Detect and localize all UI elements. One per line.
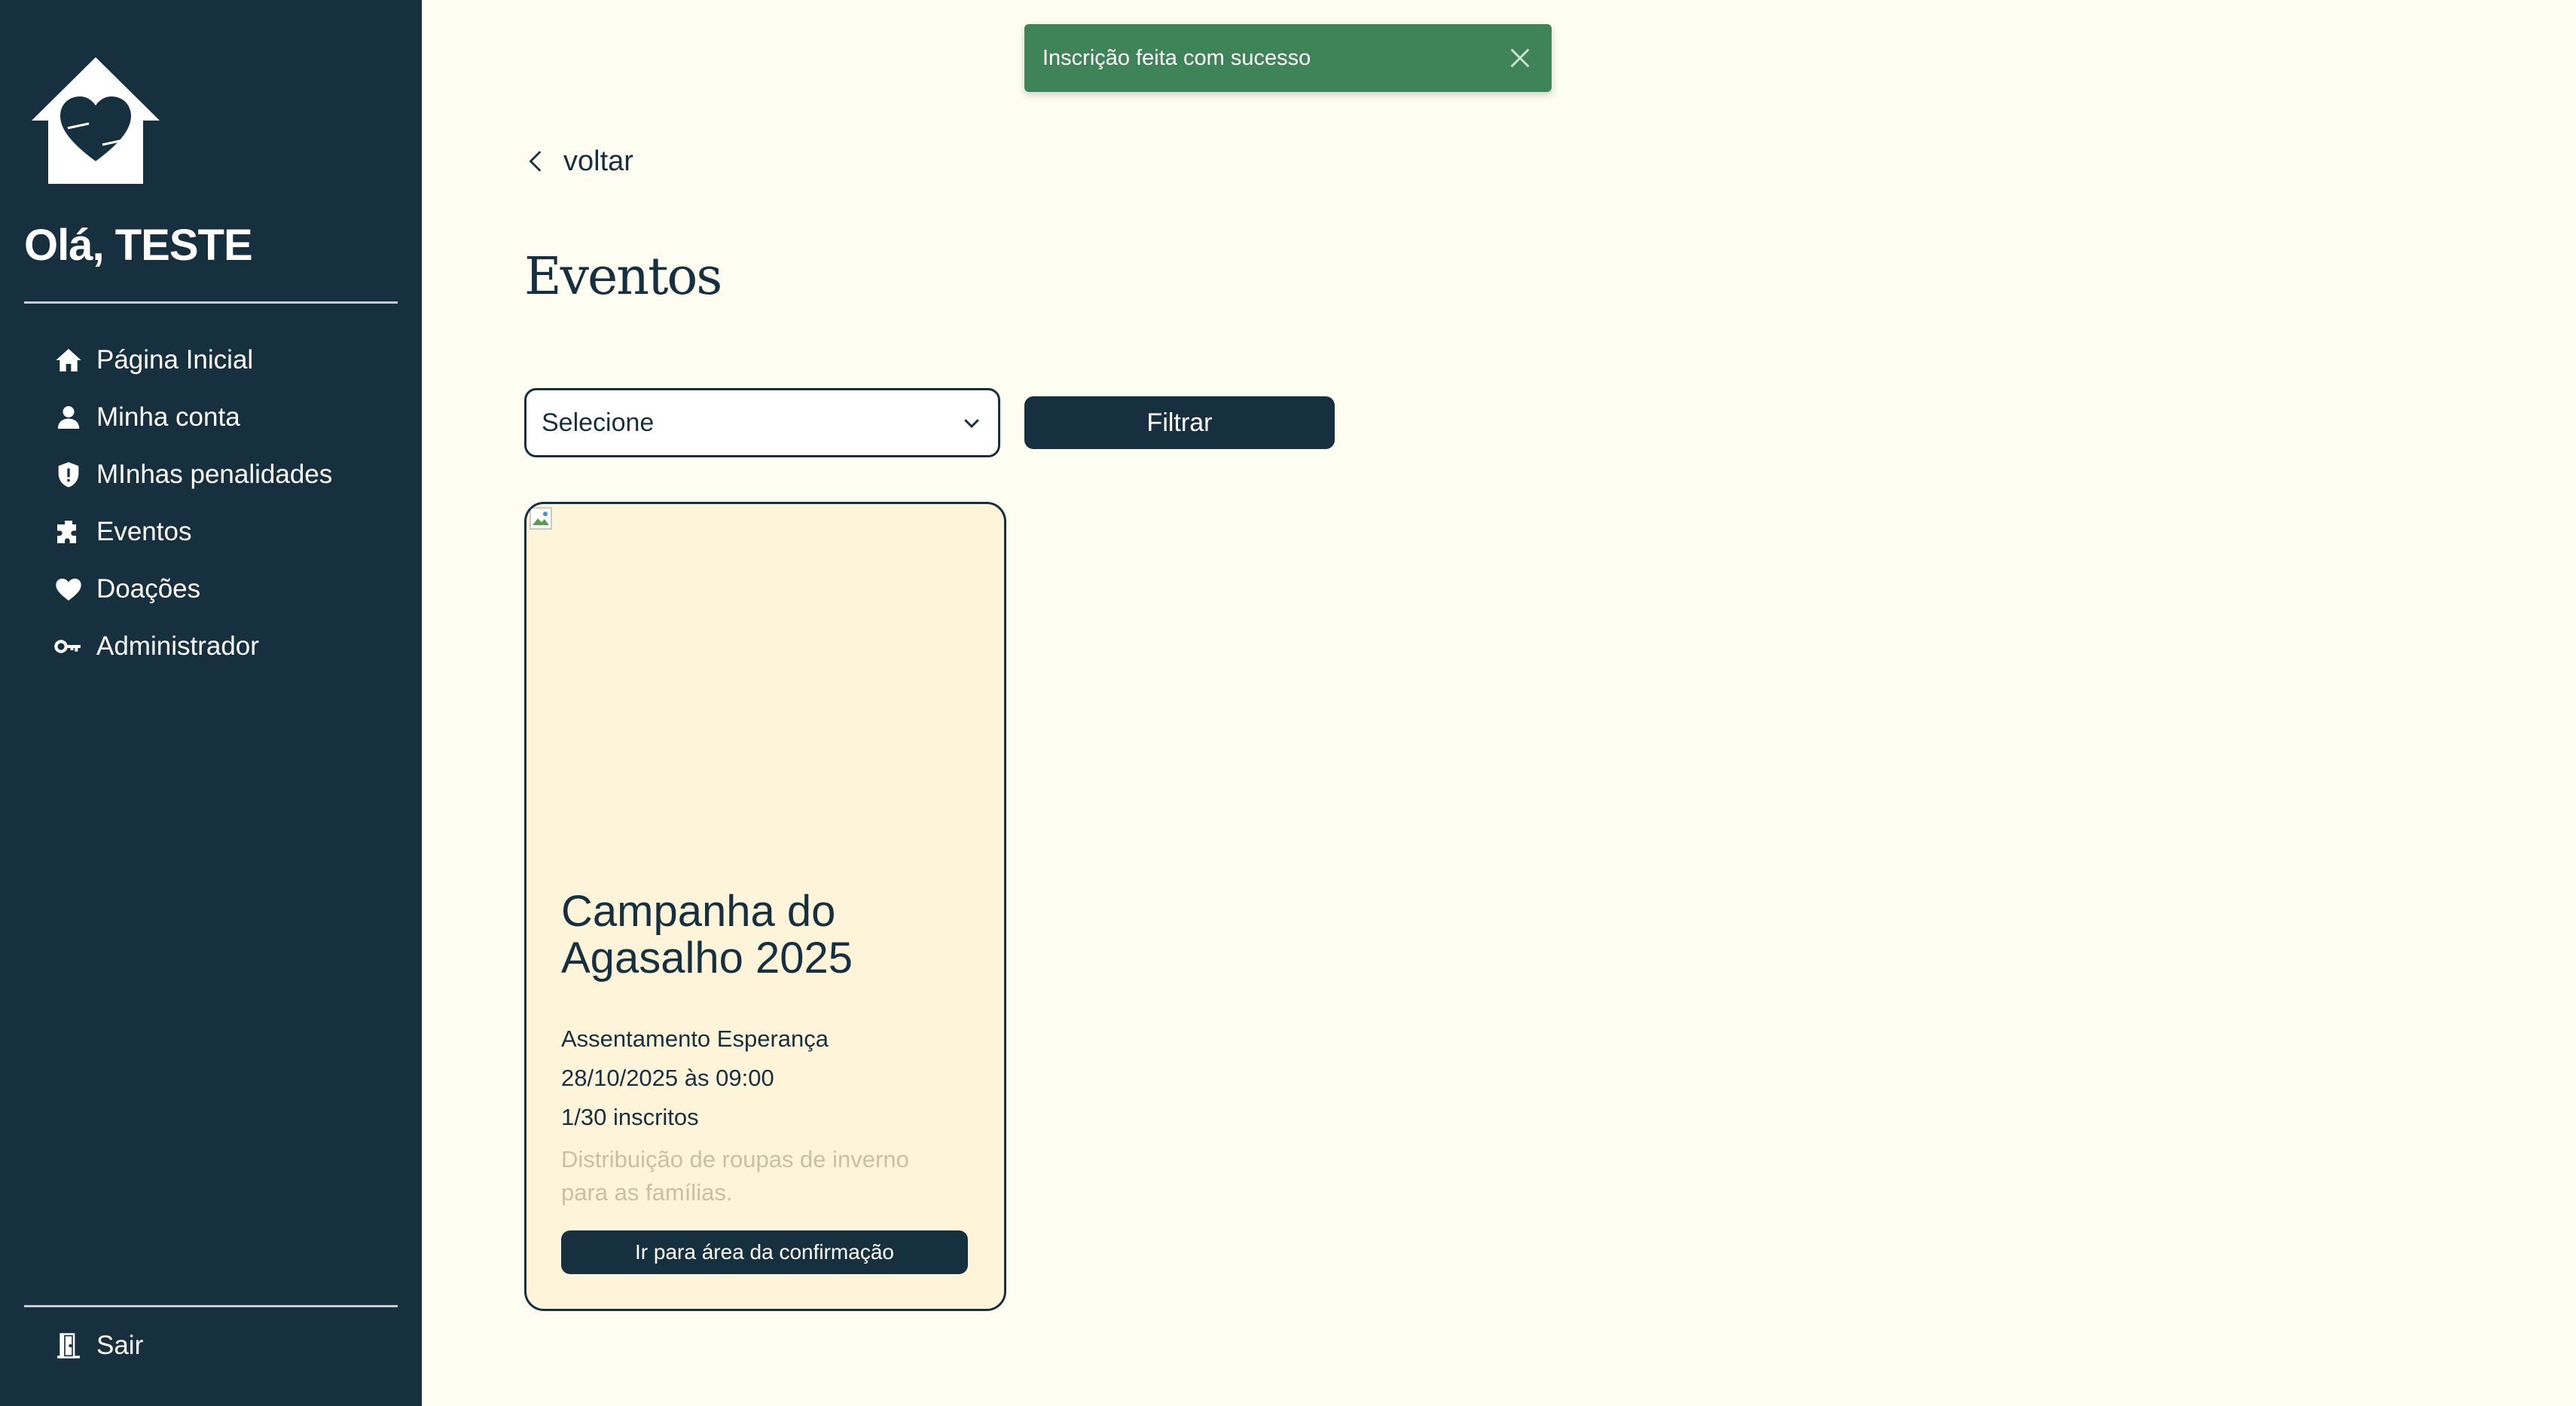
- sidebar-item-label: Administrador: [96, 631, 259, 661]
- sidebar-item-events[interactable]: Eventos: [53, 503, 332, 561]
- event-location: Assentamento Esperança: [561, 1025, 829, 1052]
- sidebar-item-admin[interactable]: Administrador: [53, 618, 332, 675]
- broken-image-icon: [530, 507, 552, 530]
- user-icon: [53, 402, 84, 433]
- sidebar-item-label: MInhas penalidades: [96, 460, 333, 489]
- back-link[interactable]: voltar: [524, 140, 633, 182]
- filter-button[interactable]: Filtrar: [1024, 396, 1335, 449]
- puzzle-icon: [53, 516, 84, 548]
- sidebar-item-donations[interactable]: Doações: [53, 561, 332, 618]
- home-icon: [53, 344, 84, 376]
- logo[interactable]: [30, 56, 161, 184]
- toast-message: Inscrição feita com sucesso: [1042, 45, 1311, 70]
- sidebar-item-label: Minha conta: [96, 402, 240, 432]
- event-datetime: 28/10/2025 às 09:00: [561, 1065, 774, 1091]
- sidebar-item-label: Doações: [96, 574, 201, 604]
- chevron-down-icon: [960, 411, 983, 434]
- key-icon: [53, 631, 84, 662]
- logout-button[interactable]: Sair: [53, 1317, 143, 1374]
- close-icon[interactable]: [1506, 44, 1534, 72]
- sidebar-nav: Página Inicial Minha conta MInhas penali…: [53, 332, 332, 675]
- sidebar-item-home[interactable]: Página Inicial: [53, 332, 332, 389]
- logout-label: Sair: [96, 1331, 144, 1360]
- page-title: Eventos: [524, 247, 722, 307]
- select-value: Selecione: [542, 408, 655, 437]
- sidebar-item-account[interactable]: Minha conta: [53, 389, 332, 446]
- event-title: Campanha do Agasalho 2025: [561, 887, 853, 983]
- sidebar-divider: [24, 301, 398, 304]
- shield-alert-icon: [53, 459, 84, 491]
- sidebar: Olá, TESTE Página Inicial Minha conta MI…: [0, 0, 422, 1406]
- sidebar-item-label: Página Inicial: [96, 345, 254, 374]
- chevron-left-icon: [524, 148, 550, 174]
- greeting: Olá, TESTE: [24, 221, 253, 270]
- sidebar-item-penalties[interactable]: MInhas penalidades: [53, 446, 332, 503]
- sidebar-divider: [24, 1305, 398, 1307]
- house-heart-logo-icon: [32, 57, 160, 184]
- event-description: Distribuição de roupas de inverno para a…: [561, 1146, 909, 1206]
- event-card: Campanha do Agasalho 2025 Assentamento E…: [524, 502, 1006, 1311]
- door-icon: [53, 1330, 84, 1362]
- heart-icon: [53, 573, 84, 605]
- back-label: voltar: [563, 145, 633, 177]
- success-toast: Inscrição feita com sucesso: [1024, 24, 1552, 92]
- event-registrations: 1/30 inscritos: [561, 1104, 699, 1130]
- go-to-confirmation-button[interactable]: Ir para área da confirmação: [561, 1230, 968, 1274]
- event-filter-select[interactable]: Selecione: [524, 388, 1000, 457]
- sidebar-item-label: Eventos: [96, 517, 192, 546]
